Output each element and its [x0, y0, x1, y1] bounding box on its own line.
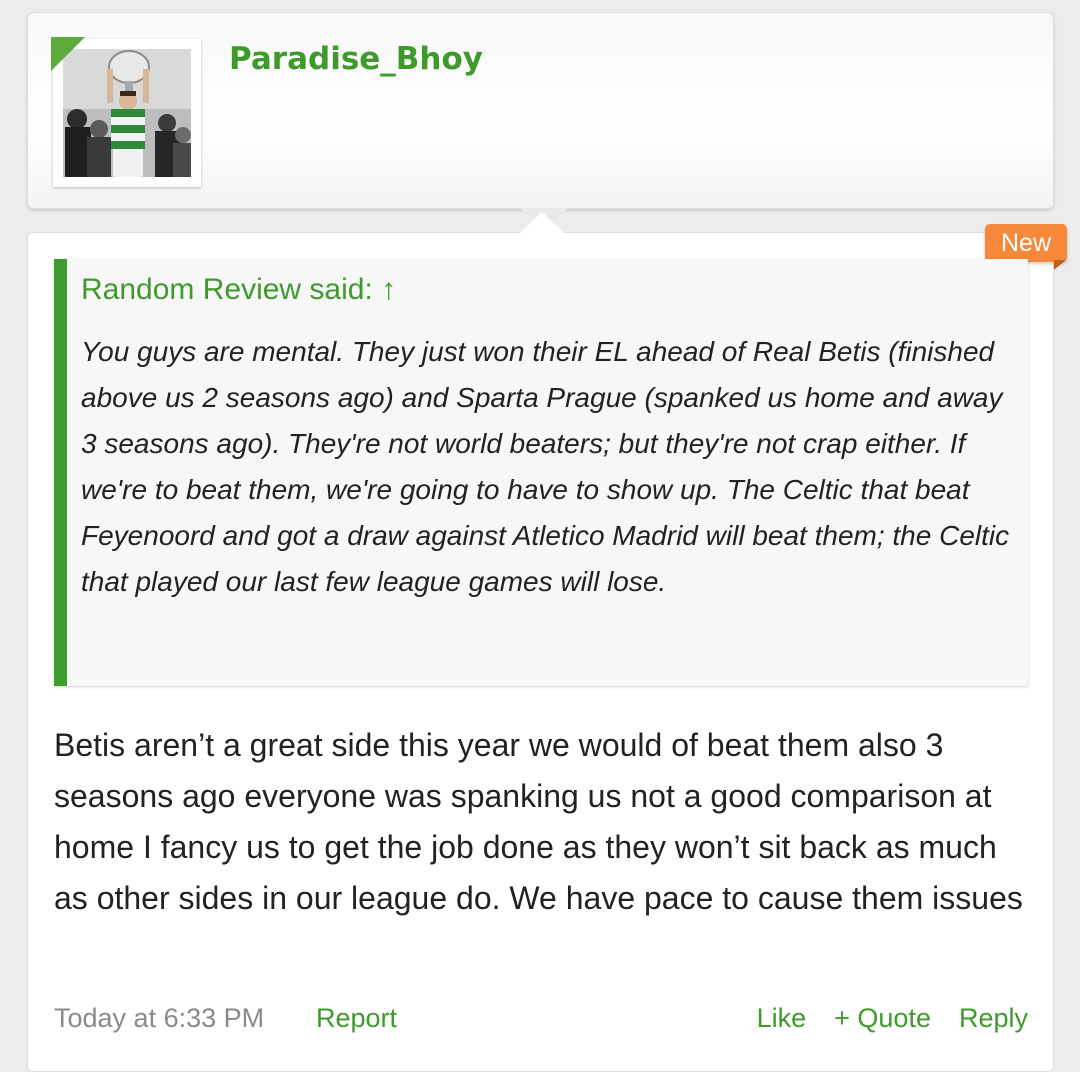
user-info-card: Paradise_Bhoy: [27, 12, 1054, 209]
online-indicator-icon: [51, 37, 85, 71]
quote-attribution-link[interactable]: Random Review said: ↑: [81, 273, 396, 307]
like-link[interactable]: Like: [757, 1003, 807, 1034]
post-message: Betis aren’t a great side this year we w…: [54, 727, 1023, 916]
quote-link[interactable]: + Quote: [834, 1003, 931, 1034]
new-badge-fold: [1054, 260, 1066, 270]
username-link[interactable]: Paradise_Bhoy: [229, 41, 483, 77]
quote-text: You guys are mental. They just won their…: [81, 336, 1010, 597]
reply-link[interactable]: Reply: [959, 1003, 1028, 1034]
post-notch: [520, 212, 564, 233]
report-link[interactable]: Report: [316, 1003, 397, 1034]
quote-block: Random Review said: ↑ You guys are menta…: [54, 259, 1028, 686]
post-timestamp[interactable]: Today at 6:33 PM: [54, 1003, 264, 1034]
avatar[interactable]: [51, 37, 201, 187]
new-badge: New: [985, 224, 1067, 262]
post-actions: Like + Quote Reply: [757, 1003, 1028, 1034]
post-footer: Today at 6:33 PM Report Like + Quote Rep…: [54, 1003, 1028, 1043]
